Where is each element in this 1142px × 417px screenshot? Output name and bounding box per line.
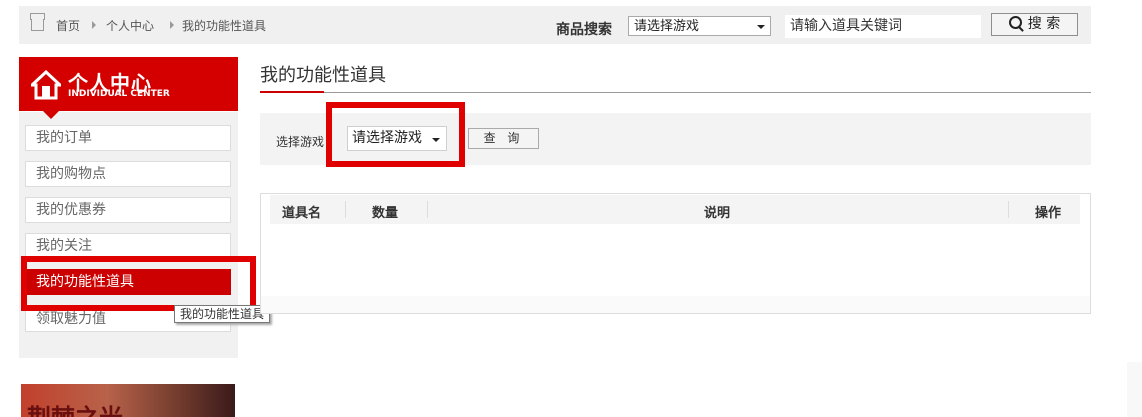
items-table: 道具名 数量 说明 操作: [260, 193, 1091, 314]
query-button[interactable]: 查 询: [468, 128, 539, 149]
sidebar-item-points[interactable]: 我的购物点: [25, 161, 231, 187]
column-description: 说明: [704, 206, 731, 221]
column-item-name: 道具名: [282, 206, 322, 221]
search-button-label: 搜 索: [1027, 16, 1061, 32]
breadcrumb-current: 我的功能性道具: [182, 19, 267, 33]
table-header: 道具名 数量 说明 操作: [270, 195, 1080, 224]
search-label: 商品搜索: [556, 22, 612, 38]
column-divider: [427, 201, 428, 218]
filter-label: 选择游戏: [276, 135, 325, 149]
table-footer: [261, 296, 1090, 313]
title-divider: [260, 92, 1091, 93]
title-accent: [260, 91, 324, 93]
page-title: 我的功能性道具: [260, 65, 386, 86]
column-actions: 操作: [1035, 206, 1062, 221]
game-select[interactable]: 请选择游戏: [628, 16, 771, 36]
page-edge: [1127, 362, 1142, 417]
banner-subtitle: INDIVIDUAL CENTER: [68, 89, 170, 99]
house-icon: [31, 70, 61, 100]
highlight-box: [326, 102, 465, 167]
sidebar-banner: 个人中心 INDIVIDUAL CENTER: [19, 57, 238, 111]
game-select-value: 请选择游戏: [634, 19, 700, 34]
chevron-right-icon: [92, 21, 96, 29]
column-quantity: 数量: [372, 206, 399, 221]
sidebar-item-orders[interactable]: 我的订单: [25, 125, 231, 151]
breadcrumb-center[interactable]: 个人中心: [106, 17, 154, 34]
ad-banner[interactable]: 荆棘之光: [21, 384, 235, 417]
ad-text: 荆棘之光: [27, 398, 123, 417]
breadcrumb-home[interactable]: 首页: [56, 17, 80, 34]
column-divider: [345, 201, 346, 218]
top-bar: 首页 个人中心 我的功能性道具 商品搜索 请选择游戏 请输入道具关键词 搜 索: [19, 6, 1091, 44]
banner-notch: [43, 111, 59, 119]
search-icon: [1008, 16, 1022, 29]
chevron-right-icon: [170, 21, 174, 29]
home-icon[interactable]: [30, 13, 45, 31]
column-divider: [1008, 201, 1009, 218]
chevron-down-icon: [757, 25, 765, 29]
sidebar-item-coupons[interactable]: 我的优惠券: [25, 197, 231, 223]
keyword-search-input[interactable]: 请输入道具关键词: [785, 15, 981, 38]
search-button[interactable]: 搜 索: [991, 13, 1078, 36]
tooltip: 我的功能性道具: [174, 305, 271, 323]
highlight-box: [21, 256, 256, 311]
